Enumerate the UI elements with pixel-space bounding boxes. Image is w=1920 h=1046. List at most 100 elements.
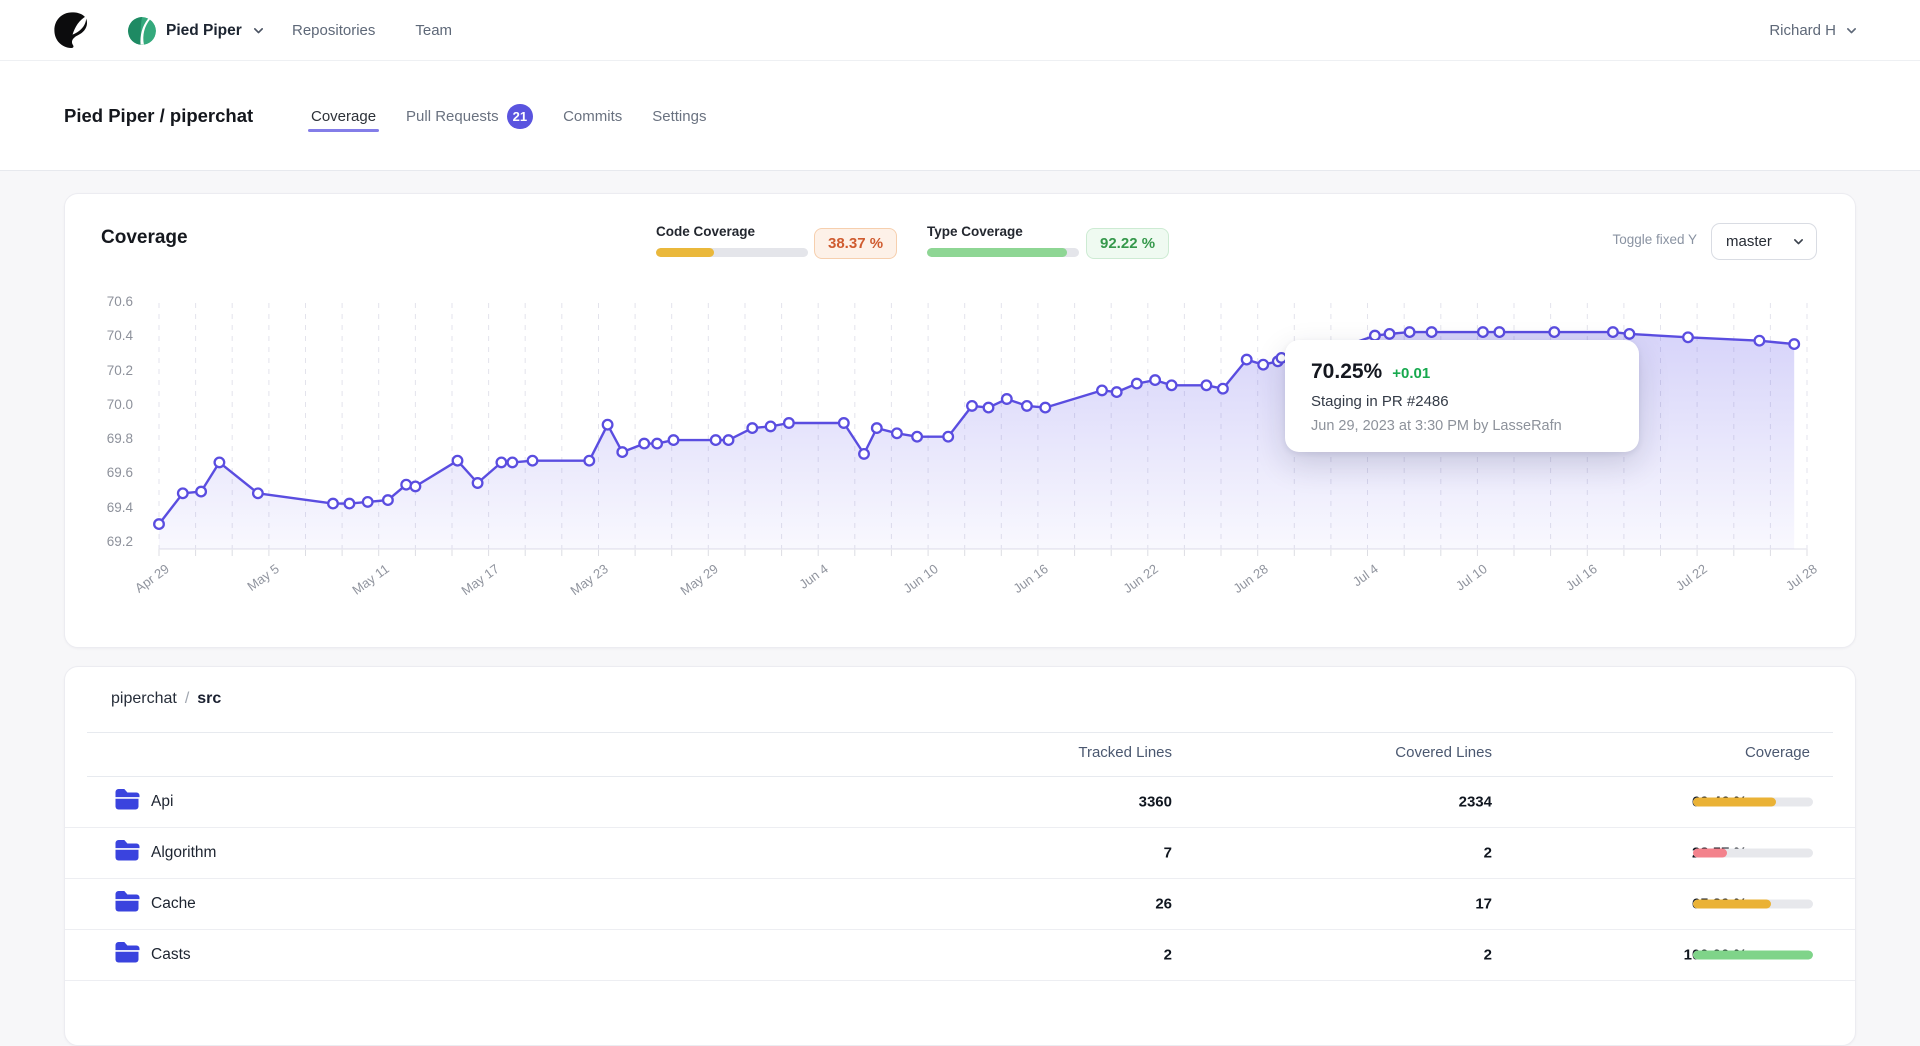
chevron-down-icon — [1792, 235, 1805, 248]
y-axis-tick-label: 69.4 — [73, 500, 133, 515]
chevron-down-icon — [1845, 24, 1858, 37]
tab-count-badge: 21 — [507, 104, 533, 129]
folder-name: Algorithm — [151, 844, 216, 862]
col-tracked-lines: Tracked Lines — [1078, 744, 1172, 761]
x-axis-tick-label: May 5 — [216, 561, 281, 614]
covered-lines-value: 2 — [1484, 845, 1492, 862]
coverage-card-title: Coverage — [101, 227, 188, 249]
tab-label: Pull Requests — [406, 108, 499, 125]
breadcrumb: piperchat / src — [111, 690, 221, 708]
repo-header: Pied Piper / piperchat Coverage Pull Requ… — [0, 61, 1920, 171]
x-axis-tick-label: May 17 — [436, 561, 501, 614]
x-axis-tick-label: Jul 16 — [1535, 561, 1600, 614]
code-coverage-bar — [656, 248, 808, 257]
coverage-bar — [1693, 798, 1813, 807]
tab-commits[interactable]: Commits — [563, 104, 622, 129]
coverage-bar — [1693, 951, 1813, 960]
tab-pull-requests[interactable]: Pull Requests 21 — [406, 100, 533, 133]
type-coverage-bar — [927, 248, 1079, 257]
x-axis-tick-label: Jul 28 — [1754, 561, 1819, 614]
chevron-down-icon — [252, 24, 265, 37]
y-axis-tick-label: 70.2 — [73, 363, 133, 378]
x-axis-tick-label: Jul 4 — [1315, 561, 1380, 614]
table-header: Tracked Lines Covered Lines Coverage — [65, 744, 1855, 766]
folder-row-api[interactable]: Api3360233469.46 % — [65, 777, 1855, 828]
branch-select[interactable]: master — [1711, 223, 1817, 260]
x-axis-tick-label: May 29 — [656, 561, 721, 614]
col-coverage: Coverage — [1745, 744, 1810, 761]
tooltip-title: Staging in PR #2486 — [1311, 393, 1613, 410]
breadcrumb-separator: / — [185, 690, 189, 708]
tab-label: Commits — [563, 108, 622, 125]
tab-coverage[interactable]: Coverage — [311, 104, 376, 129]
type-coverage-group: Type Coverage — [927, 224, 1079, 257]
x-axis-tick-label: May 11 — [326, 561, 391, 614]
tab-label: Coverage — [311, 108, 376, 125]
topbar: Pied Piper Repositories Team Richard H — [0, 0, 1920, 61]
col-covered-lines: Covered Lines — [1395, 744, 1492, 761]
x-axis-tick-label: Jul 10 — [1425, 561, 1490, 614]
x-axis-tick-label: Jun 16 — [985, 561, 1050, 614]
folder-table: Api3360233469.46 %Algorithm7228.57 %Cach… — [65, 777, 1855, 981]
folder-name: Cache — [151, 895, 196, 913]
breadcrumb-current: src — [197, 690, 221, 708]
type-coverage-label: Type Coverage — [927, 224, 1079, 239]
x-axis-tick-label: Jul 22 — [1644, 561, 1709, 614]
code-coverage-group: Code Coverage — [656, 224, 808, 257]
coverage-card: Coverage Code Coverage 38.37 % Type Cove… — [64, 193, 1856, 648]
user-menu[interactable]: Richard H — [1769, 0, 1858, 61]
covered-lines-value: 2 — [1484, 947, 1492, 964]
tab-bar: Coverage Pull Requests 21 Commits Settings — [311, 61, 706, 171]
tracked-lines-value: 7 — [1164, 845, 1172, 862]
tracked-lines-value: 3360 — [1139, 794, 1172, 811]
breadcrumb-repo[interactable]: piperchat — [111, 690, 177, 708]
folder-name: Casts — [151, 946, 191, 964]
org-name: Pied Piper — [166, 22, 242, 40]
tracked-lines-value: 2 — [1164, 947, 1172, 964]
user-name: Richard H — [1769, 22, 1836, 39]
type-coverage-badge: 92.22 % — [1086, 228, 1169, 259]
folder-name: Api — [151, 793, 173, 811]
y-axis-tick-label: 69.8 — [73, 431, 133, 446]
chart-tooltip: 70.25% +0.01 Staging in PR #2486 Jun 29,… — [1285, 340, 1639, 452]
x-axis-tick-label: Jun 10 — [875, 561, 940, 614]
covered-lines-value: 2334 — [1459, 794, 1492, 811]
files-card: piperchat / src Tracked Lines Covered Li… — [64, 666, 1856, 1046]
y-axis-tick-label: 70.6 — [73, 294, 133, 309]
app-logo-icon[interactable] — [52, 11, 90, 49]
folder-icon — [114, 789, 140, 815]
folder-icon — [114, 942, 140, 968]
tooltip-meta: Jun 29, 2023 at 3:30 PM by LasseRafn — [1311, 418, 1613, 434]
tooltip-delta: +0.01 — [1392, 365, 1430, 382]
code-coverage-badge: 38.37 % — [814, 228, 897, 259]
folder-icon — [114, 840, 140, 866]
divider — [87, 732, 1833, 733]
y-axis-tick-label: 70.0 — [73, 397, 133, 412]
toggle-fixed-y[interactable]: Toggle fixed Y — [1612, 232, 1697, 247]
x-axis-tick-label: Jun 22 — [1095, 561, 1160, 614]
nav-repositories[interactable]: Repositories — [292, 22, 375, 39]
code-coverage-label: Code Coverage — [656, 224, 808, 239]
tracked-lines-value: 26 — [1155, 896, 1172, 913]
org-switcher[interactable]: Pied Piper — [128, 0, 265, 61]
org-avatar — [128, 17, 156, 45]
y-axis-tick-label: 69.2 — [73, 534, 133, 549]
coverage-bar — [1693, 849, 1813, 858]
tab-label: Settings — [652, 108, 706, 125]
folder-row-algorithm[interactable]: Algorithm7228.57 % — [65, 828, 1855, 879]
folder-icon — [114, 891, 140, 917]
folder-row-casts[interactable]: Casts22100.00 % — [65, 930, 1855, 981]
nav-team[interactable]: Team — [415, 22, 452, 39]
tab-settings[interactable]: Settings — [652, 104, 706, 129]
x-axis-tick-label: Apr 29 — [106, 561, 171, 614]
topbar-nav: Repositories Team — [292, 0, 452, 61]
page-title: Pied Piper / piperchat — [64, 61, 253, 171]
x-axis-tick-label: May 23 — [546, 561, 611, 614]
active-tab-underline — [308, 129, 379, 132]
coverage-bar — [1693, 900, 1813, 909]
branch-select-value: master — [1726, 233, 1772, 250]
folder-row-cache[interactable]: Cache261765.39 % — [65, 879, 1855, 930]
y-axis-tick-label: 70.4 — [73, 328, 133, 343]
x-axis-tick-label: Jun 4 — [766, 561, 831, 614]
tooltip-value: 70.25% — [1311, 360, 1382, 384]
